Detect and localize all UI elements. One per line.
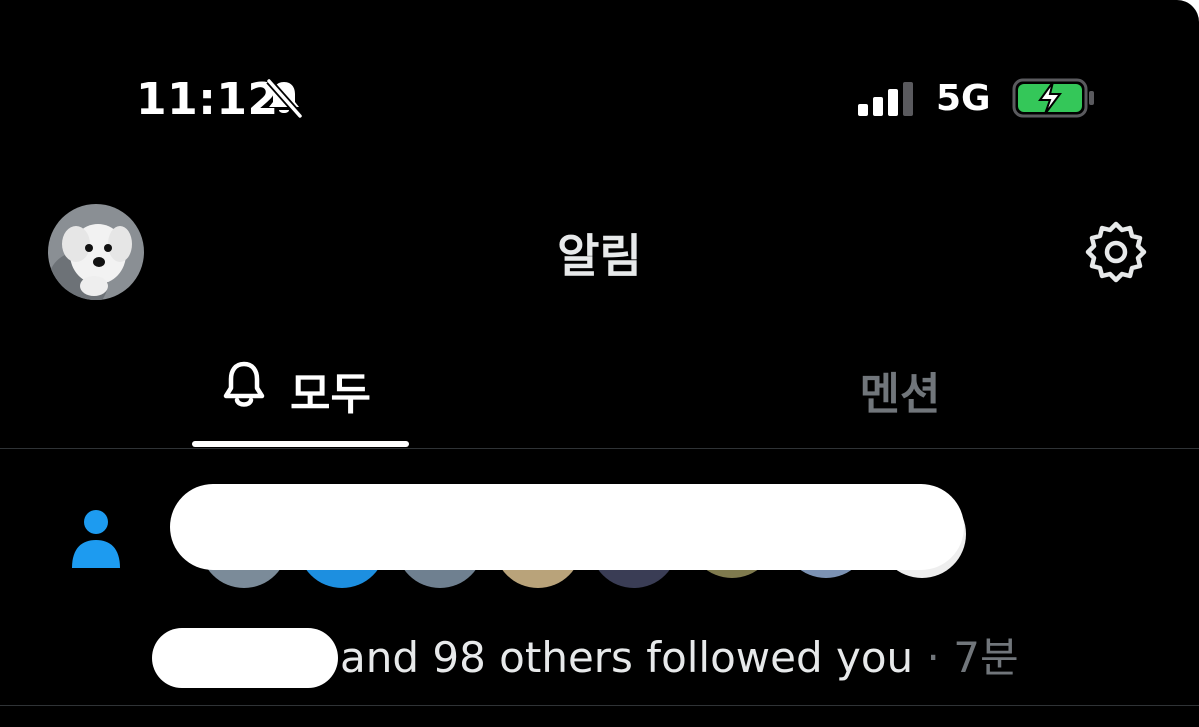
tabs-divider <box>0 448 1199 449</box>
signal-bars-icon <box>858 82 913 116</box>
person-icon <box>72 510 120 568</box>
meta-separator: · <box>926 633 940 682</box>
redaction-bar <box>170 484 964 570</box>
status-time: 11:12 <box>136 74 279 125</box>
follow-message: and 98 others followed you <box>340 633 914 682</box>
battery-charging-icon <box>1012 78 1094 118</box>
notification-text: and 98 others followed you · 7분 <box>340 624 1019 685</box>
page-title: 알림 <box>557 229 642 283</box>
bell-slash-icon <box>266 78 303 119</box>
active-tab-indicator <box>192 441 409 447</box>
tab-all[interactable]: 모두 <box>192 340 408 448</box>
tab-label: 모두 <box>290 369 371 420</box>
notifications-screen: 11:12 5G 알림 모두 멘션 and 98 others followed… <box>0 0 1199 727</box>
item-divider <box>0 705 1199 706</box>
tab-mentions[interactable]: 멘션 <box>800 340 1000 448</box>
gear-icon[interactable] <box>1084 220 1148 284</box>
tab-label: 멘션 <box>859 369 941 420</box>
network-type: 5G <box>936 78 991 119</box>
redaction-bar <box>152 628 338 688</box>
notification-time: 7분 <box>953 633 1019 682</box>
bell-icon <box>223 361 265 407</box>
